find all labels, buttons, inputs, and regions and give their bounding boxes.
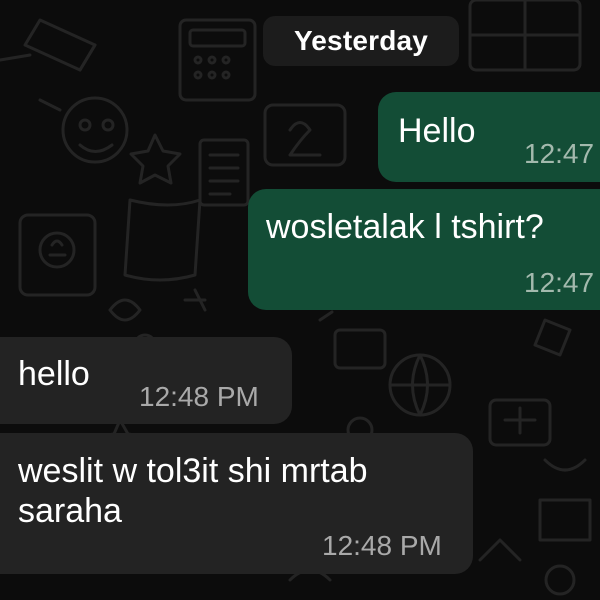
outgoing-message-bubble[interactable]: wosletalak l tshirt? 12:47: [248, 189, 600, 310]
message-text: wosletalak l tshirt?: [266, 208, 544, 246]
message-text: Hello: [398, 112, 476, 150]
message-timestamp: 12:48 PM: [139, 381, 259, 412]
date-separator-chip: Yesterday: [263, 16, 459, 66]
message-timestamp: 12:47: [524, 138, 595, 169]
outgoing-message-bubble[interactable]: Hello 12:47: [378, 92, 600, 182]
incoming-message-bubble[interactable]: hello 12:48 PM: [0, 337, 292, 424]
date-separator-label: Yesterday: [293, 25, 429, 56]
message-text: hello: [18, 355, 90, 393]
message-text: weslit w tol3it shi mrtab saraha: [18, 452, 368, 530]
incoming-message-bubble[interactable]: weslit w tol3it shi mrtab saraha 12:48 P…: [0, 433, 473, 574]
message-timestamp: 12:48 PM: [322, 530, 442, 561]
message-timestamp: 12:47: [524, 267, 595, 298]
